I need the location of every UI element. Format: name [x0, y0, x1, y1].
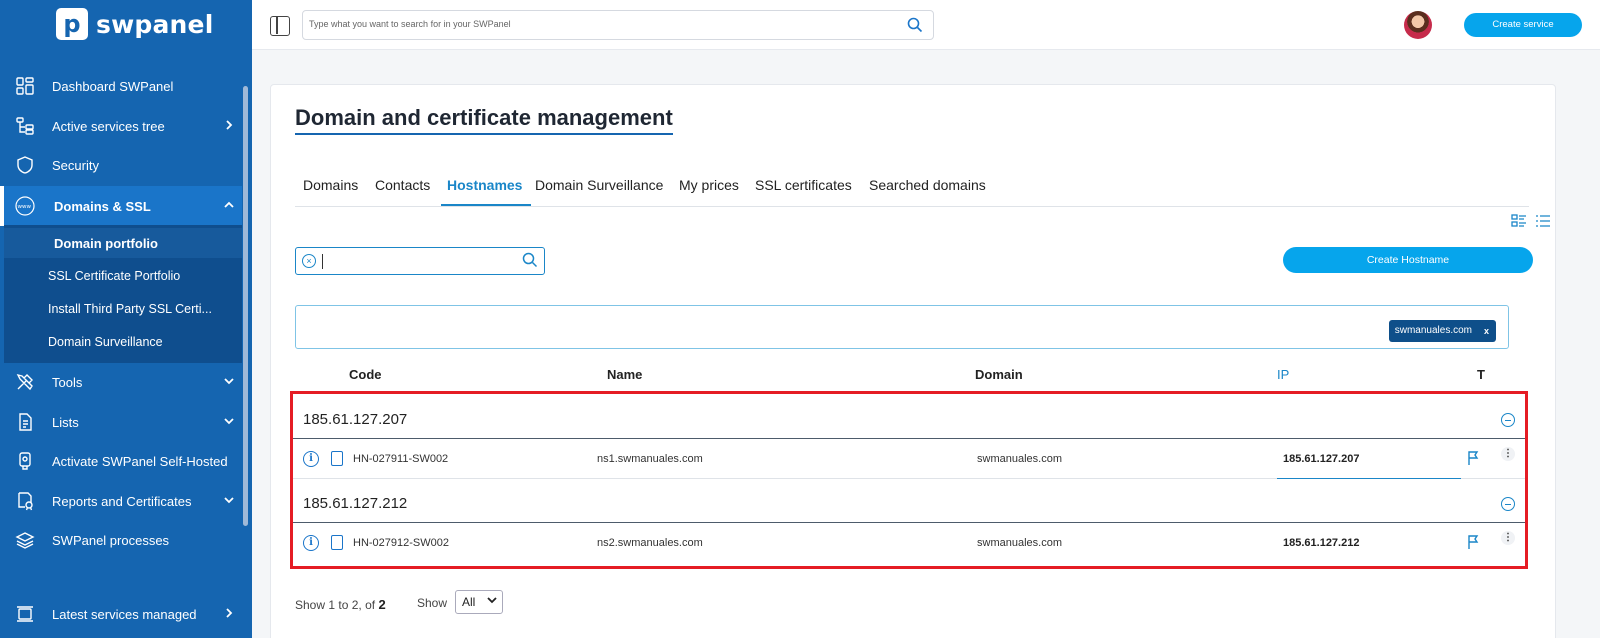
filter-chip[interactable]: swmanuales.com x — [1388, 320, 1496, 342]
sidebar-item-lists[interactable]: Lists — [0, 402, 242, 442]
self-hosted-icon — [14, 450, 36, 472]
chevron-down-icon — [224, 376, 234, 389]
sidebar-subitem-third-party-ssl[interactable]: Install Third Party SSL Certi... — [48, 302, 212, 316]
tab-ssl-certificates[interactable]: SSL certificates — [755, 177, 852, 193]
active-filters-bar: swmanuales.com x — [295, 305, 1509, 349]
topbar: Type what you want to search for in your… — [252, 0, 1600, 50]
tab-my-prices[interactable]: My prices — [679, 177, 739, 193]
text-caret — [322, 254, 323, 269]
tab-hostnames[interactable]: Hostnames — [447, 177, 522, 193]
column-header-name[interactable]: Name — [607, 367, 642, 382]
sidebar-item-latest-services[interactable]: Latest services managed — [0, 594, 242, 634]
sidebar-item-label: Lists — [52, 414, 79, 430]
page-title: Domain and certificate management — [295, 105, 673, 135]
tab-domains[interactable]: Domains — [303, 177, 358, 193]
sidebar-item-processes[interactable]: SWPanel processes — [0, 520, 242, 560]
history-icon — [14, 603, 36, 625]
chevron-right-icon — [224, 607, 234, 621]
sidebar-item-active-services-tree[interactable]: Active services tree — [0, 106, 242, 146]
column-header-t[interactable]: T — [1477, 367, 1485, 382]
column-header-ip[interactable]: IP — [1277, 367, 1289, 382]
sidebar-subitem-domain-surveillance[interactable]: Domain Surveillance — [48, 335, 163, 349]
tools-icon — [14, 371, 36, 393]
search-icon[interactable] — [907, 17, 923, 35]
tree-icon — [14, 115, 36, 137]
column-header-code[interactable]: Code — [349, 367, 382, 382]
www-icon: www — [14, 195, 36, 217]
highlight-frame — [290, 391, 1528, 569]
certificate-icon — [14, 490, 36, 512]
list-view-icon[interactable] — [1535, 213, 1551, 232]
tab-bar: Domains Contacts Hostnames Domain Survei… — [295, 171, 1529, 207]
sidebar-item-label: Activate SWPanel Self-Hosted — [52, 453, 228, 469]
dashboard-icon — [14, 75, 36, 97]
logo[interactable]: p swpanel — [56, 8, 213, 40]
chevron-up-icon — [224, 200, 234, 213]
chevron-down-icon — [224, 495, 234, 508]
sidebar-item-label: Latest services managed — [52, 606, 197, 622]
hostname-search-input[interactable]: × — [295, 247, 545, 275]
sidebar-item-label: Dashboard SWPanel — [52, 78, 174, 94]
tab-contacts[interactable]: Contacts — [375, 177, 430, 193]
sidebar-scrollbar[interactable] — [243, 86, 248, 526]
pagination-summary: Show 1 to 2, of 2 — [295, 597, 386, 612]
sidebar-subitem-ssl-portfolio[interactable]: SSL Certificate Portfolio — [48, 269, 180, 283]
search-icon[interactable] — [522, 252, 538, 273]
column-header-domain[interactable]: Domain — [975, 367, 1023, 382]
avatar[interactable] — [1404, 11, 1432, 39]
show-label: Show — [417, 596, 448, 610]
sidebar-item-label: SWPanel processes — [52, 532, 170, 548]
sidebar-item-label: Security — [52, 157, 99, 173]
page-size-select[interactable]: All — [455, 590, 503, 614]
main-card: Domain and certificate management Domain… — [270, 84, 1556, 638]
sidebar-item-self-hosted[interactable]: Activate SWPanel Self-Hosted — [0, 441, 242, 481]
logo-mark: p — [56, 8, 88, 40]
page-size-value: All — [462, 595, 476, 609]
create-service-button[interactable]: Create service — [1464, 13, 1582, 37]
chevron-down-icon — [224, 416, 234, 429]
chevron-down-icon — [487, 595, 497, 607]
sidebar-toggle-icon[interactable] — [270, 16, 290, 36]
sidebar-item-security[interactable]: Security — [0, 145, 242, 185]
sidebar-subitem-domain-portfolio[interactable]: Domain portfolio — [54, 236, 158, 251]
chevron-right-icon — [224, 119, 234, 133]
list-icon — [14, 411, 36, 433]
sidebar-item-reports[interactable]: Reports and Certificates — [0, 481, 242, 521]
sidebar-item-dashboard[interactable]: Dashboard SWPanel — [0, 66, 242, 106]
sidebar: p swpanel Dashboard SWPanel Active servi… — [0, 0, 252, 638]
view-toggle — [1511, 213, 1551, 232]
global-search-input[interactable]: Type what you want to search for in your… — [302, 10, 934, 40]
close-icon[interactable]: x — [1484, 320, 1489, 342]
shield-icon — [14, 154, 36, 176]
sidebar-item-label: Tools — [52, 374, 83, 390]
sidebar-item-domains-ssl[interactable]: www Domains & SSL — [0, 186, 242, 226]
create-hostname-button[interactable]: Create Hostname — [1283, 247, 1533, 273]
sidebar-item-label: Domains & SSL — [54, 198, 151, 214]
logo-text: swpanel — [96, 9, 214, 39]
svg-text:www: www — [18, 204, 32, 210]
search-placeholder: Type what you want to search for in your… — [309, 19, 511, 29]
active-tab-indicator — [441, 204, 531, 206]
sidebar-item-tools[interactable]: Tools — [0, 362, 242, 402]
sidebar-item-label: Active services tree — [52, 118, 165, 134]
tab-domain-surveillance[interactable]: Domain Surveillance — [535, 177, 663, 193]
filter-chip-label: swmanuales.com — [1394, 325, 1472, 336]
tab-searched-domains[interactable]: Searched domains — [869, 177, 986, 193]
sidebar-item-label: Reports and Certificates — [52, 493, 192, 509]
clear-search-icon[interactable]: × — [302, 254, 316, 268]
grid-view-icon[interactable] — [1511, 213, 1527, 232]
layers-icon — [14, 529, 36, 551]
